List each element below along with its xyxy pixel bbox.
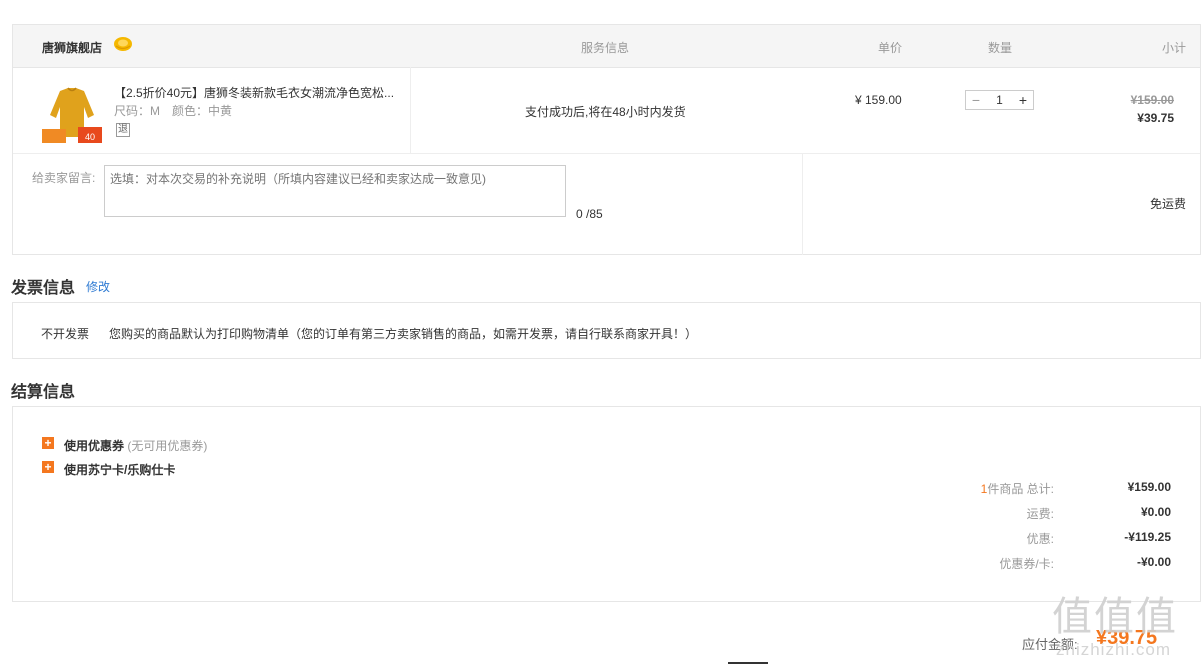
invoice-section-title: 发票信息 (11, 280, 76, 297)
coupon-card-label: 优惠券/卡: (999, 557, 1054, 571)
sweater-image-icon: 40 (42, 87, 102, 143)
shipping-info: 免运费 (1149, 197, 1186, 211)
product-title[interactable]: 【2.5折价40元】唐狮冬装新款毛衣女潮流净色宽松... (114, 84, 404, 101)
product-thumbnail[interactable]: 40 (42, 85, 102, 143)
invoice-type: 不开发票 (41, 327, 90, 341)
message-cell: 给卖家留言: 0 /85 (13, 153, 803, 255)
store-badge-icon (114, 37, 132, 51)
message-label: 给卖家留言: (32, 171, 96, 185)
invoice-box: 不开发票 您购买的商品默认为打印购物清单（您的订单有第三方卖家销售的商品，如需开… (12, 302, 1201, 359)
watermark-url: zhizhizhi.com (1056, 640, 1172, 659)
discount-label: 优惠: (1026, 532, 1054, 546)
final-subtotal: ¥39.75 (1137, 111, 1174, 125)
use-coupon-option[interactable]: 使用优惠券 (无可用优惠券) (64, 437, 207, 454)
items-total-label: 1件商品 总计: (980, 482, 1054, 496)
return-badge-icon: 退 (116, 123, 130, 137)
qty-decrease-button[interactable]: − (966, 91, 986, 109)
item-info-cell: 40 【2.5折价40元】唐狮冬装新款毛衣女潮流净色宽松... 尺码：M 颜色：… (13, 67, 411, 153)
quantity-stepper: − + (965, 90, 1034, 110)
settlement-box: + 使用优惠券 (无可用优惠券) + 使用苏宁卡/乐购仕卡 1件商品 总计: ¥… (12, 406, 1201, 602)
use-coupon-label: 使用优惠券 (64, 439, 125, 453)
coupon-note: (无可用优惠券) (127, 439, 208, 453)
header-service: 服务信息 (581, 41, 630, 55)
invoice-description: 您购买的商品默认为打印购物清单（您的订单有第三方卖家销售的商品，如需开发票，请自… (109, 327, 698, 341)
order-item-row: 40 【2.5折价40元】唐狮冬装新款毛衣女潮流净色宽松... 尺码：M 颜色：… (13, 67, 1200, 154)
discount-value: -¥119.25 (1124, 530, 1171, 544)
unit-price: ¥ 159.00 (855, 93, 902, 107)
bottom-divider (728, 662, 768, 664)
message-char-count: 0 /85 (576, 207, 603, 221)
order-box: 唐狮旗舰店 服务信息 单价 数量 小计 40 【2.5折价40元】唐狮冬装新款毛… (12, 24, 1201, 255)
items-total-value: ¥159.00 (1127, 480, 1171, 494)
thumb-price-tag: 40 (85, 132, 95, 142)
header-unit-price: 单价 (878, 41, 903, 55)
service-info: 支付成功后,将在48小时内发货 (525, 105, 686, 119)
order-header: 唐狮旗舰店 服务信息 单价 数量 小计 (13, 25, 1200, 68)
original-subtotal: ¥159.00 (1130, 93, 1174, 107)
shipping-value: ¥0.00 (1140, 505, 1171, 519)
settlement-section-title: 结算信息 (11, 384, 76, 401)
header-subtotal: 小计 (1161, 41, 1186, 55)
product-spec: 尺码：M 颜色：中黄 (114, 104, 232, 118)
header-quantity: 数量 (988, 41, 1013, 55)
use-giftcard-option[interactable]: 使用苏宁卡/乐购仕卡 (64, 461, 175, 478)
coupon-card-value: -¥0.00 (1136, 555, 1171, 569)
expand-giftcard-icon[interactable]: + (42, 461, 54, 473)
qty-increase-button[interactable]: + (1013, 91, 1033, 109)
expand-coupon-icon[interactable]: + (42, 437, 54, 449)
seller-message-input[interactable] (104, 165, 566, 217)
invoice-modify-link[interactable]: 修改 (86, 278, 110, 295)
quantity-input[interactable] (986, 91, 1013, 109)
message-row: 给卖家留言: 0 /85 免运费 (13, 153, 1200, 255)
shipping-label: 运费: (1026, 507, 1054, 521)
store-name[interactable]: 唐狮旗舰店 (42, 39, 102, 56)
